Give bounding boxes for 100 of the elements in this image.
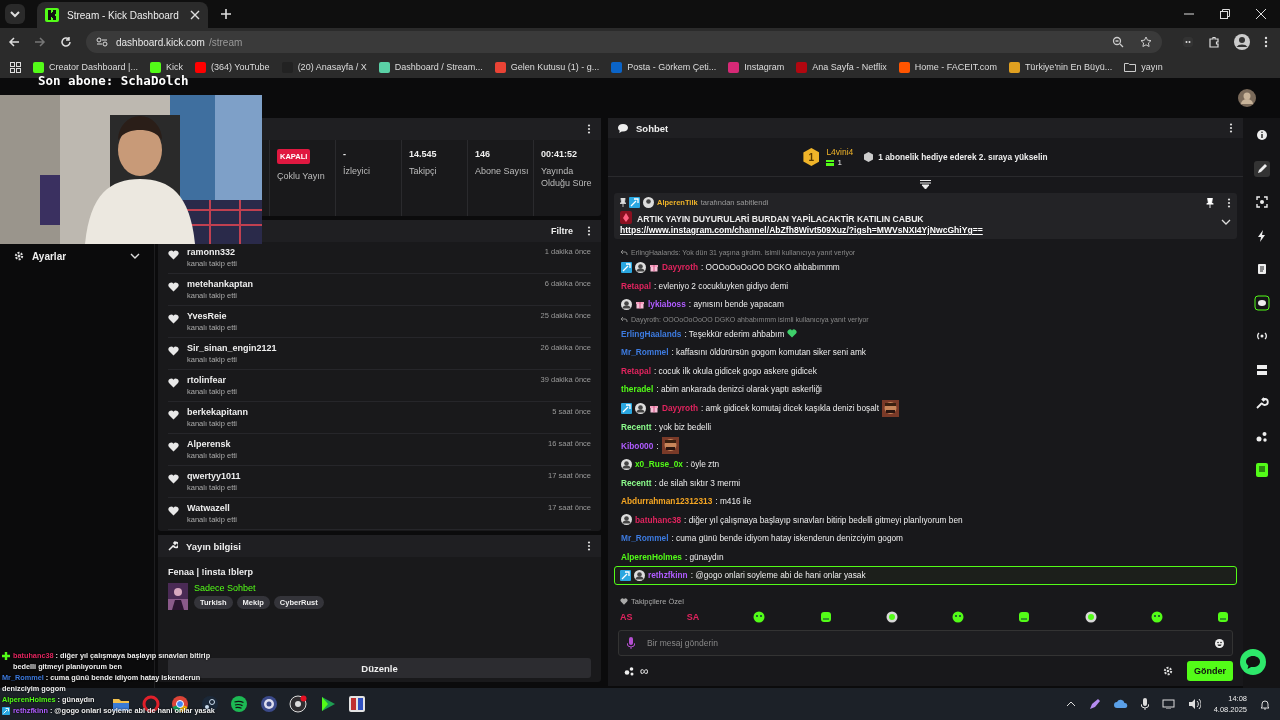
bookmark[interactable]: Home - FACEIT.com: [898, 61, 997, 73]
bookmark[interactable]: (20) Anasayfa / X: [281, 61, 367, 73]
pen-icon[interactable]: [1253, 160, 1270, 177]
square-icon[interactable]: [1253, 462, 1270, 478]
emoji-icon[interactable]: [1215, 638, 1224, 648]
username[interactable]: Mr_Rommel: [621, 347, 669, 358]
bookmark[interactable]: Instagram: [728, 61, 785, 73]
username[interactable]: AlperenHolmes: [621, 551, 682, 562]
username[interactable]: ErlingHaalands: [621, 328, 682, 339]
chevron-icon[interactable]: [1221, 219, 1231, 225]
emote-icon[interactable]: [753, 611, 766, 623]
username[interactable]: Kibo000: [621, 440, 654, 451]
username[interactable]: Mr_Rommel: [621, 533, 669, 544]
filter-button[interactable]: Filtre: [545, 226, 579, 236]
follower-name[interactable]: metehankaptan: [187, 279, 537, 289]
bell-icon[interactable]: [1260, 698, 1270, 710]
reload-icon[interactable]: [60, 36, 72, 48]
circle-icon[interactable]: [230, 695, 248, 713]
caret-icon[interactable]: [1065, 701, 1076, 707]
more-icon[interactable]: [1227, 197, 1231, 208]
message-input[interactable]: Bir mesaj gönderin: [618, 630, 1233, 656]
emote-icon[interactable]: [819, 611, 832, 623]
pinned-link[interactable]: https://www.instagram.com/channel/AbZfh8Wivt509Xuz/?igsh=MWVsNXI4YjNwcGhiYg==: [620, 225, 983, 236]
profile-icon[interactable]: [1234, 34, 1250, 50]
bookmark[interactable]: Türkiye'nin En Büyü...: [1008, 61, 1113, 73]
follower-name[interactable]: berkekapitann: [187, 407, 545, 417]
scroll-down-icon[interactable]: [920, 180, 931, 189]
emote-icon[interactable]: [1150, 611, 1163, 623]
pen-icon[interactable]: [1088, 698, 1101, 710]
emote-icon[interactable]: [1084, 611, 1097, 623]
bookmark[interactable]: Ana Sayfa - Netflix: [796, 61, 887, 73]
emote-icon[interactable]: [1217, 611, 1229, 623]
apps-icon[interactable]: [10, 61, 21, 73]
restore-icon[interactable]: [1220, 9, 1230, 19]
new-tab-icon[interactable]: [220, 8, 232, 20]
close-icon[interactable]: [1256, 9, 1266, 19]
username[interactable]: Dayyroth: [662, 403, 698, 413]
speaker-icon[interactable]: [1187, 699, 1201, 709]
bookmark[interactable]: Creator Dashboard |...: [33, 61, 138, 73]
username[interactable]: x0_Ruse_0x: [635, 459, 683, 470]
bookmark[interactable]: (364) YouTube: [194, 61, 270, 73]
emote-icon[interactable]: [885, 611, 898, 623]
follower-name[interactable]: rtolinfear: [187, 375, 533, 385]
app-icon[interactable]: [348, 695, 366, 713]
points-icon[interactable]: [624, 666, 634, 676]
follower-name[interactable]: Sir_sinan_engin2121: [187, 343, 533, 353]
text-emote[interactable]: SA: [686, 612, 700, 622]
username[interactable]: batuhanc38: [635, 514, 682, 525]
extension-icon[interactable]: [1182, 36, 1194, 48]
bubble-icon[interactable]: [1253, 294, 1270, 311]
sidebar-item[interactable]: Ayarlar: [0, 246, 154, 266]
username[interactable]: Recentt: [621, 421, 652, 432]
username[interactable]: Dayyroth: [662, 262, 698, 273]
follower-name[interactable]: YvesReie: [187, 311, 533, 321]
follower-name[interactable]: qwertyy1011: [187, 471, 541, 481]
settings-icon[interactable]: [1163, 666, 1173, 676]
text-emote[interactable]: AS: [620, 612, 633, 622]
focus-icon[interactable]: [1253, 194, 1270, 210]
forward-icon[interactable]: [34, 36, 46, 48]
send-button[interactable]: Gönder: [1187, 661, 1233, 681]
message-text-input[interactable]: Bir mesaj gönderin: [645, 637, 1205, 649]
star-icon[interactable]: [1140, 36, 1152, 48]
username[interactable]: lykiaboss: [648, 299, 686, 310]
username[interactable]: theradel: [621, 384, 654, 395]
follower-name[interactable]: Alperensk: [187, 439, 541, 449]
username[interactable]: Retapal: [621, 280, 651, 291]
more-icon[interactable]: [1229, 123, 1233, 133]
username[interactable]: Retapal: [621, 365, 651, 376]
microphone-icon[interactable]: [1140, 698, 1149, 710]
cloud-icon[interactable]: [1113, 699, 1128, 709]
network-icon[interactable]: [1161, 699, 1175, 709]
bookmark[interactable]: Posta - Görkem Çeti...: [611, 61, 717, 73]
ring-icon[interactable]: [259, 695, 278, 713]
bookmark[interactable]: Dashboard / Stream...: [378, 61, 483, 73]
more-icon[interactable]: [587, 124, 591, 134]
back-icon[interactable]: [8, 36, 20, 48]
category-link[interactable]: Sadece Sohbet: [194, 583, 324, 593]
pin-icon[interactable]: [1206, 197, 1214, 208]
gifter-name[interactable]: L4vini4: [826, 147, 854, 157]
more-icon[interactable]: [587, 226, 591, 236]
menu-icon[interactable]: [1264, 36, 1268, 48]
bookmark[interactable]: Kick: [149, 61, 183, 73]
follower-name[interactable]: Watwazell: [187, 503, 541, 513]
close-icon[interactable]: [190, 10, 200, 20]
browser-tab[interactable]: Stream - Kick Dashboard: [37, 2, 208, 28]
site-settings-icon[interactable]: [96, 36, 108, 48]
zoom-icon[interactable]: [1112, 36, 1124, 48]
puzzle-icon[interactable]: [1208, 36, 1220, 48]
avatar-icon[interactable]: [1238, 89, 1256, 107]
circle-icon[interactable]: [289, 695, 307, 713]
address-bar[interactable]: dashboard.kick.com /stream: [86, 31, 1162, 53]
more-icon[interactable]: [587, 541, 591, 551]
username[interactable]: Abdurrahman12312313: [621, 496, 713, 507]
bookmark[interactable]: Gelen Kutusu (1) - g...: [494, 61, 600, 73]
bookmark[interactable]: yayın: [1124, 62, 1163, 72]
emote-icon[interactable]: [1018, 611, 1031, 623]
emote-icon[interactable]: [952, 611, 965, 623]
follower-name[interactable]: ramonn332: [187, 247, 537, 257]
tab-list-icon[interactable]: [5, 4, 25, 24]
username[interactable]: Recentt: [621, 477, 652, 488]
